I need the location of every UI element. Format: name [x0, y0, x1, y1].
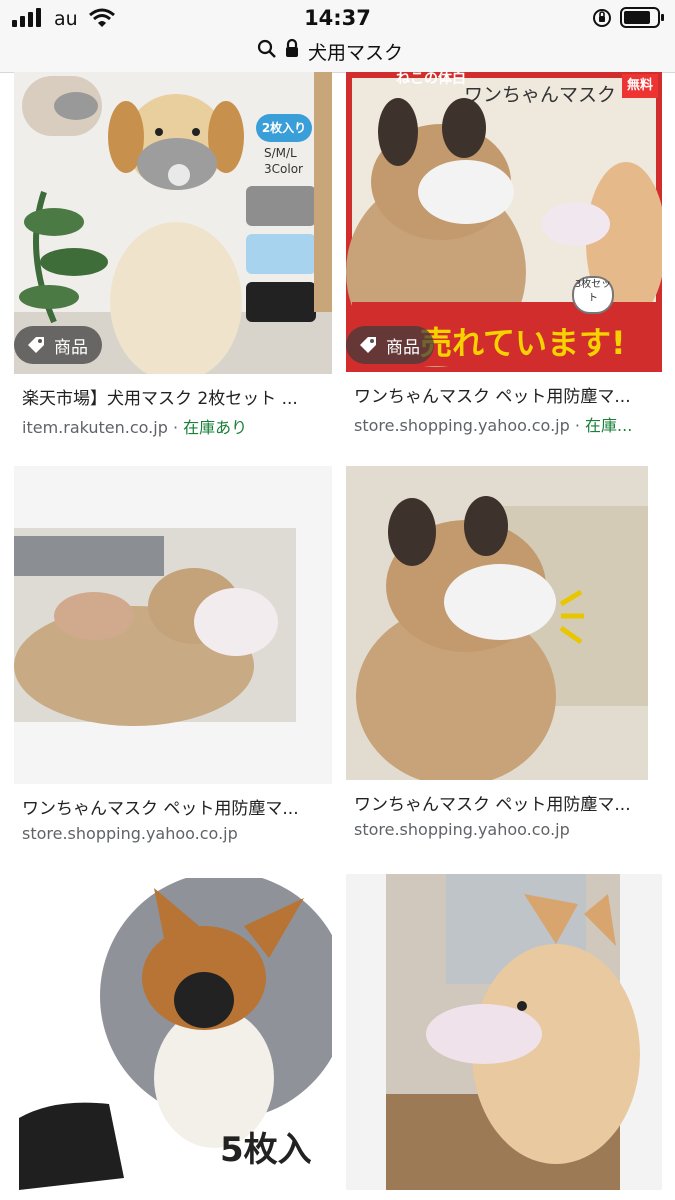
result-source-3: store.shopping.yahoo.co.jp	[22, 824, 238, 843]
price-tag-icon	[28, 337, 44, 353]
result-source-4: store.shopping.yahoo.co.jp	[354, 820, 570, 839]
product-banner-text: ワンちゃんマスク	[464, 84, 617, 106]
result-image-2[interactable]: ねこの体白 ワンちゃんマスク 無料 3枚セット 売れています! 商品	[346, 72, 662, 372]
shiba-mask-photo	[346, 874, 662, 1190]
result-card-6[interactable]	[346, 874, 662, 1190]
result-image-1[interactable]: 2枚入り S/M/L 3Color 商品	[14, 72, 332, 374]
dog-side-mask-photo	[14, 466, 332, 784]
result-image-5[interactable]: 5枚入	[14, 878, 332, 1190]
result-meta-4: store.shopping.yahoo.co.jp	[354, 820, 650, 839]
clock: 14:37	[304, 6, 371, 30]
result-card-1[interactable]: 2枚入り S/M/L 3Color 商品 楽天市場】犬用マスク 2枚セット ..…	[14, 72, 332, 452]
result-meta-3: store.shopping.yahoo.co.jp	[22, 824, 322, 843]
result-image-4[interactable]	[346, 466, 648, 780]
free-badge: 無料	[622, 74, 658, 98]
stock-status-1: 在庫あり	[183, 418, 248, 437]
brand-banner-text: ねこの体白	[396, 72, 466, 87]
url-text: 犬用マスク	[308, 42, 404, 64]
product-tag-label: 商品	[386, 337, 420, 358]
lock-icon	[286, 38, 298, 57]
price-tag-icon	[360, 337, 376, 353]
pack-count-text: 5枚入	[220, 1130, 312, 1170]
result-source-2: store.shopping.yahoo.co.jp	[354, 416, 570, 435]
orientation-lock-icon	[593, 9, 611, 27]
result-title-1[interactable]: 楽天市場】犬用マスク 2枚セット ...	[22, 384, 312, 409]
result-meta-2: store.shopping.yahoo.co.jp · 在庫...	[354, 416, 633, 435]
color-count-text: 3Color	[264, 162, 303, 176]
result-title-2[interactable]: ワンちゃんマスク ペット用防塵マ...	[354, 382, 648, 407]
result-image-6[interactable]	[346, 874, 662, 1190]
pack-count-badge: 2枚入り	[256, 114, 312, 142]
stock-status-2: 在庫...	[585, 416, 633, 435]
result-card-3[interactable]: ワンちゃんマスク ペット用防塵マ... store.shopping.yahoo…	[14, 466, 332, 846]
selling-banner-text: 売れています!	[420, 324, 626, 362]
result-meta-1: item.rakuten.co.jp · 在庫あり	[22, 418, 248, 437]
result-card-2[interactable]: ねこの体白 ワンちゃんマスク 無料 3枚セット 売れています! 商品 ワンちゃん…	[346, 72, 662, 452]
battery-icon	[620, 7, 664, 28]
pack-badge: 3枚セット	[572, 276, 614, 314]
bulldog-front-mask-photo	[346, 466, 648, 780]
product-tag-chip: 商品	[346, 326, 434, 364]
result-image-3[interactable]	[14, 466, 332, 784]
product-tag-label: 商品	[54, 337, 88, 358]
search-icon	[257, 39, 276, 58]
result-title-3[interactable]: ワンちゃんマスク ペット用防塵マ...	[22, 794, 322, 819]
result-card-4[interactable]: ワンちゃんマスク ペット用防塵マ... store.shopping.yahoo…	[346, 466, 662, 846]
result-source-1: item.rakuten.co.jp	[22, 418, 168, 437]
address-bar[interactable]: 犬用マスク	[0, 34, 675, 73]
product-tag-chip: 商品	[14, 326, 102, 364]
result-title-4[interactable]: ワンちゃんマスク ペット用防塵マ...	[354, 790, 648, 815]
result-card-5[interactable]: 5枚入	[14, 878, 332, 1190]
size-text: S/M/L	[264, 146, 297, 160]
